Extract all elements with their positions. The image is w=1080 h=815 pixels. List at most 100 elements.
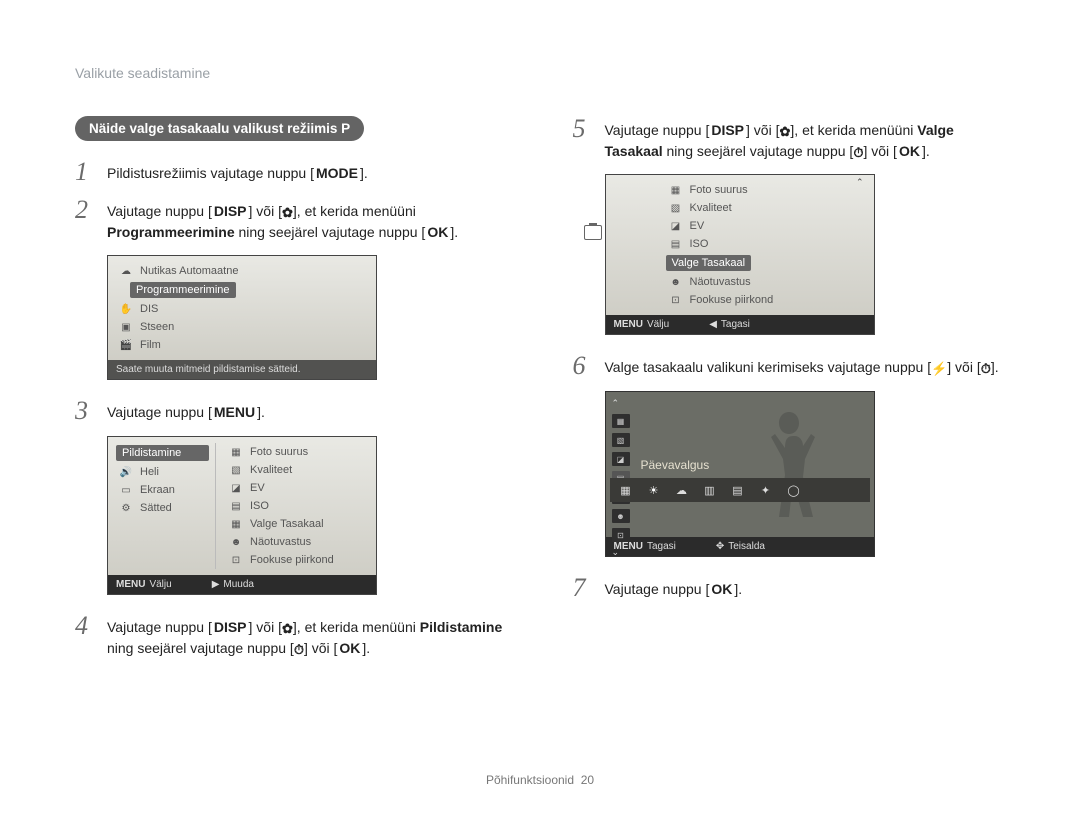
foot-left: Tagasi [647,541,676,552]
fluorescent-l-icon: ▤ [730,482,746,498]
menu-item: ▣Stseen [116,318,368,336]
option-label: EV [690,220,705,232]
disp-button-label: DISP [709,120,746,141]
wb-icon: ▦ [228,518,244,530]
foot-right: Teisalda [728,541,765,552]
option: ▤ISO [226,497,368,515]
option: ☻Näotuvastus [226,533,368,551]
option-label: EV [250,482,265,494]
option: ◪EV [666,217,866,235]
macro-icon: ✿ [780,122,791,142]
step5-b: ] või [ [746,122,779,138]
option: ▦ Valge Tasakaal [226,515,368,533]
option: ⊡ Fookuse piirkond [226,551,368,569]
wb-selected-label: Päevavalgus [641,458,710,472]
left-tab: ▭Ekraan [116,481,209,499]
step6-b: ] või [ [947,359,980,375]
step4-a: Vajutage nuppu [ [107,619,212,635]
foot-left: Välju [647,319,669,330]
timer-icon: ⏱ [981,359,991,379]
option-label: Kvaliteet [250,464,292,476]
option-label: Valge Tasakaal [250,518,324,530]
size-icon: ▦ [668,184,684,196]
tab-label: Sätted [140,502,172,514]
hint-bar: Saate muuta mitmeid pildistamise sätteid… [108,360,376,379]
step4-f: ]. [362,640,370,656]
disp-button-label: DISP [212,617,249,638]
step-7: 7 Vajutage nuppu [OK]. [573,575,1011,601]
ok-button-label: OK [425,222,450,243]
step3-a: Vajutage nuppu [ [107,404,212,420]
menu-label: DIS [140,303,158,315]
step-number: 5 [573,116,593,142]
step-number: 6 [573,353,593,379]
fluorescent-h-icon: ▥ [702,482,718,498]
step-number: 1 [75,159,95,185]
option: ▦Foto suurus [226,443,368,461]
step5-d: ning seejärel vajutage nuppu [ [663,143,854,159]
step4-c: ], et kerida menüüni [293,619,420,635]
step-number: 7 [573,575,593,601]
option-label: Fookuse piirkond [690,294,774,306]
step6-c: ]. [991,359,999,375]
ev-icon: ◪ [228,482,244,494]
focus-icon: ⊡ [668,294,684,306]
step2-e: ]. [450,224,458,240]
focus-icon: ⊡ [228,554,244,566]
dis-icon: ✋ [118,303,134,315]
option-label: ISO [690,238,709,250]
step4-b: ] või [ [249,619,282,635]
menu-item: ✋ DIS [116,300,368,318]
option: ▦Foto suurus [666,181,866,199]
tab-label: Ekraan [140,484,175,496]
option-label: Fookuse piirkond [250,554,334,566]
menu-label: Film [140,339,161,351]
page-title: Valikute seadistamine [75,65,1010,81]
option: ⊡ Fookuse piirkond [666,291,866,309]
scene-icon: ▣ [118,321,134,333]
step-6: 6 Valge tasakaalu valikuni kerimiseks va… [573,353,1011,379]
step5-c: ], et kerida menüüni [790,122,917,138]
size-icon: ▦ [228,446,244,458]
iso-icon: ▤ [228,500,244,512]
menu-item: 🎬Film [116,336,368,354]
left-icon: ◀ [709,319,717,330]
macro-icon: ✿ [282,203,293,223]
menu-glyph: MENU [614,319,643,330]
footer-bar: MENU Välju ◀ Tagasi [606,315,874,334]
footer-label: Põhifunktsioonid [486,773,574,787]
menu-glyph: MENU [116,579,145,590]
step5-f: ]. [922,143,930,159]
wb-strip: ▦ ☀ ☁ ▥ ▤ ✦ ◯ [610,478,870,502]
footer-bar: MENU Välju ▶ Muuda [108,575,376,594]
quality-icon: ▧ [668,202,684,214]
menu-item: ☁Nutikas Automaatne [116,262,368,280]
page-footer: Põhifunktsioonid 20 [0,773,1080,787]
scroll-up-icon [856,177,864,188]
step-3: 3 Vajutage nuppu [MENU]. [75,398,513,424]
menu-item-selected: Programmeerimine [130,282,236,298]
menu-button-label: MENU [212,402,257,423]
foot-right: Muuda [223,579,254,590]
scroll-up-icon [612,398,630,409]
step2-b: ] või [ [249,203,282,219]
step5-e: ] või [ [863,143,896,159]
auto-wb-icon: ▦ [618,482,634,498]
custom-wb-icon: ◯ [786,482,802,498]
face-icon: ☻ [668,276,684,288]
foot-right: Tagasi [721,319,750,330]
quality-icon: ▧ [228,464,244,476]
face-chip-icon: ☻ [612,509,630,523]
macro-icon: ✿ [282,619,293,639]
option: ▧Kvaliteet [666,199,866,217]
step2-c: ], et kerida menüüni [293,203,416,219]
ev-chip-icon: ◪ [612,452,630,466]
menu-label: Programmeerimine [136,284,230,296]
size-chip-icon: ▦ [612,414,630,428]
wb-menu-screenshot: ▦Foto suurus ▧Kvaliteet ◪EV ▤ISO Valge T… [605,174,875,335]
tab-label: Pildistamine [122,447,181,459]
foot-left: Välju [149,579,171,590]
right-column: 5 Vajutage nuppu [DISP] või [✿], et keri… [573,116,1011,671]
nav-icon: ✥ [716,541,724,552]
camera-outline-icon [584,225,602,240]
